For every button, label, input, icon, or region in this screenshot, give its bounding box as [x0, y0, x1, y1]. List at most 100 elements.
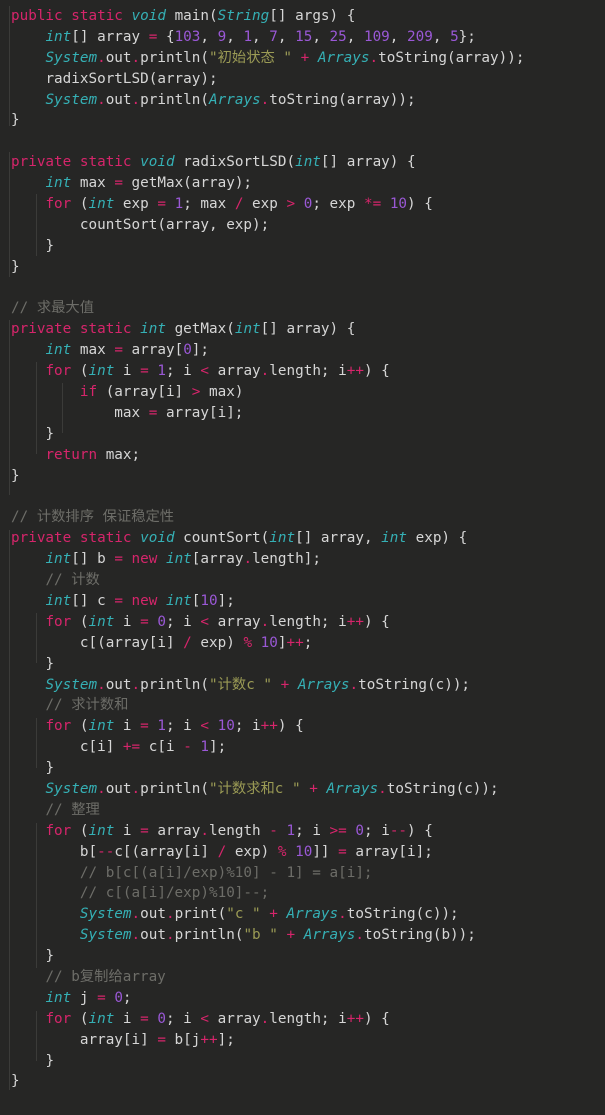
token-pl: getMax(	[165, 321, 235, 338]
token-dot: .	[97, 780, 106, 797]
code-line[interactable]: // 计数	[0, 570, 605, 591]
token-num: 10	[295, 843, 313, 860]
token-cmt: // b复制给array	[45, 968, 166, 985]
token-typ: int	[88, 363, 115, 380]
token-op: =	[114, 175, 123, 192]
token-pl: max)	[200, 384, 244, 401]
code-line[interactable]: System.out.println("计数求和c " + Arrays.toS…	[0, 779, 605, 800]
code-line[interactable]: }	[0, 424, 605, 445]
token-typ: System	[45, 780, 98, 797]
code-line[interactable]: // c[(a[i]/exp)%10]--;	[0, 883, 605, 904]
code-line[interactable]: System.out.println(Arrays.toString(array…	[0, 90, 605, 111]
token-pl: ,	[389, 28, 408, 45]
code-line[interactable]: // b[c[(a[i]/exp)%10] - 1] = a[i];	[0, 863, 605, 884]
code-line[interactable]: }	[0, 1071, 605, 1092]
token-cmt: // 整理	[45, 801, 100, 818]
token-op: <	[200, 1010, 210, 1027]
token-pl: println(	[140, 49, 210, 66]
code-line[interactable]: max = array[i];	[0, 403, 605, 424]
code-line[interactable]: public static void main(String[] args) {	[0, 6, 605, 27]
code-line[interactable]: private static void countSort(int[] arra…	[0, 528, 605, 549]
code-line[interactable]: System.out.println("b " + Arrays.toStrin…	[0, 925, 605, 946]
token-kw: for	[45, 718, 72, 735]
code-line[interactable]: }	[0, 654, 605, 675]
token-pl: }	[45, 1052, 55, 1069]
token-op: =	[338, 843, 347, 860]
code-line[interactable]: radixSortLSD(array);	[0, 69, 605, 90]
token-pl: out	[105, 676, 132, 693]
code-line[interactable]: // 求最大值	[0, 298, 605, 319]
token-op: +	[280, 676, 290, 693]
token-dot: .	[260, 613, 270, 630]
token-pl: ; exp	[312, 196, 364, 213]
code-line[interactable]: private static int getMax(int[] array) {	[0, 319, 605, 340]
code-line[interactable]: for (int i = 1; i < 10; i++) {	[0, 716, 605, 737]
code-line[interactable]: }	[0, 1051, 605, 1072]
token-op: +	[300, 49, 310, 66]
code-line[interactable]: // 计数排序 保证稳定性	[0, 507, 605, 528]
code-line[interactable]: c[(array[i] / exp) % 10]++;	[0, 633, 605, 654]
code-line[interactable]: }	[0, 758, 605, 779]
code-line[interactable]: private static void radixSortLSD(int[] a…	[0, 152, 605, 173]
code-line[interactable]	[0, 278, 605, 299]
code-line[interactable]: for (int i = array.length - 1; i >= 0; i…	[0, 821, 605, 842]
code-line[interactable]: return max;	[0, 445, 605, 466]
token-typ: int	[45, 592, 72, 609]
code-line[interactable]: // 整理	[0, 800, 605, 821]
token-op: >=	[329, 822, 347, 839]
token-op: =	[140, 1010, 149, 1027]
code-line[interactable]: int max = getMax(array);	[0, 173, 605, 194]
code-line[interactable]: // 求计数和	[0, 695, 605, 716]
code-line[interactable]	[0, 486, 605, 507]
token-pl: ,	[432, 28, 451, 45]
code-line[interactable]: int max = array[0];	[0, 340, 605, 361]
token-pl: }	[45, 237, 55, 254]
token-pl: ,	[252, 28, 270, 45]
token-op: ++	[346, 363, 364, 380]
token-kw: static	[79, 154, 132, 171]
code-line[interactable]: countSort(array, exp);	[0, 215, 605, 236]
code-line[interactable]: for (int i = 0; i < array.length; i++) {	[0, 612, 605, 633]
token-pl: };	[458, 28, 476, 45]
code-line[interactable]: }	[0, 110, 605, 131]
code-line[interactable]: for (int i = 1; i < array.length; i++) {	[0, 361, 605, 382]
code-line[interactable]: // b复制给array	[0, 967, 605, 988]
code-line[interactable]: int j = 0;	[0, 988, 605, 1009]
token-pl: array	[209, 613, 261, 630]
token-pl: length	[209, 822, 270, 839]
token-pl: {	[157, 28, 175, 45]
code-line[interactable]: c[i] += c[i - 1];	[0, 737, 605, 758]
code-line[interactable]: int[] c = new int[10];	[0, 591, 605, 612]
code-line[interactable]: System.out.println("计数c " + Arrays.toStr…	[0, 675, 605, 696]
token-op: ++	[260, 718, 278, 735]
token-typ: System	[45, 49, 98, 66]
code-editor[interactable]: public static void main(String[] args) {…	[0, 0, 605, 1115]
code-line[interactable]	[0, 131, 605, 152]
token-dot: .	[355, 927, 364, 944]
code-line[interactable]: }	[0, 946, 605, 967]
code-line[interactable]: }	[0, 466, 605, 487]
token-op: =	[114, 592, 123, 609]
code-line[interactable]: }	[0, 236, 605, 257]
token-pl: ;	[303, 634, 313, 651]
token-typ: int	[295, 154, 321, 171]
code-line[interactable]: array[i] = b[j++];	[0, 1030, 605, 1051]
code-line[interactable]: for (int exp = 1; max / exp > 0; exp *= …	[0, 194, 605, 215]
code-line[interactable]: int[] array = {103, 9, 1, 7, 15, 25, 109…	[0, 27, 605, 48]
token-pl: ; i	[165, 363, 201, 380]
code-line[interactable]: for (int i = 0; i < array.length; i++) {	[0, 1009, 605, 1030]
code-line[interactable]: }	[0, 257, 605, 278]
code-line[interactable]: b[--c[(array[i] / exp) % 10]] = array[i]…	[0, 842, 605, 863]
code-line[interactable]: System.out.println("初始状态 " + Arrays.toSt…	[0, 48, 605, 69]
token-pl: }	[11, 258, 20, 275]
code-line[interactable]: System.out.print("c " + Arrays.toString(…	[0, 904, 605, 925]
token-dot: .	[200, 822, 210, 839]
code-line[interactable]: int[] b = new int[array.length];	[0, 549, 605, 570]
code-line[interactable]: if (array[i] > max)	[0, 382, 605, 403]
token-op: =	[140, 363, 149, 380]
